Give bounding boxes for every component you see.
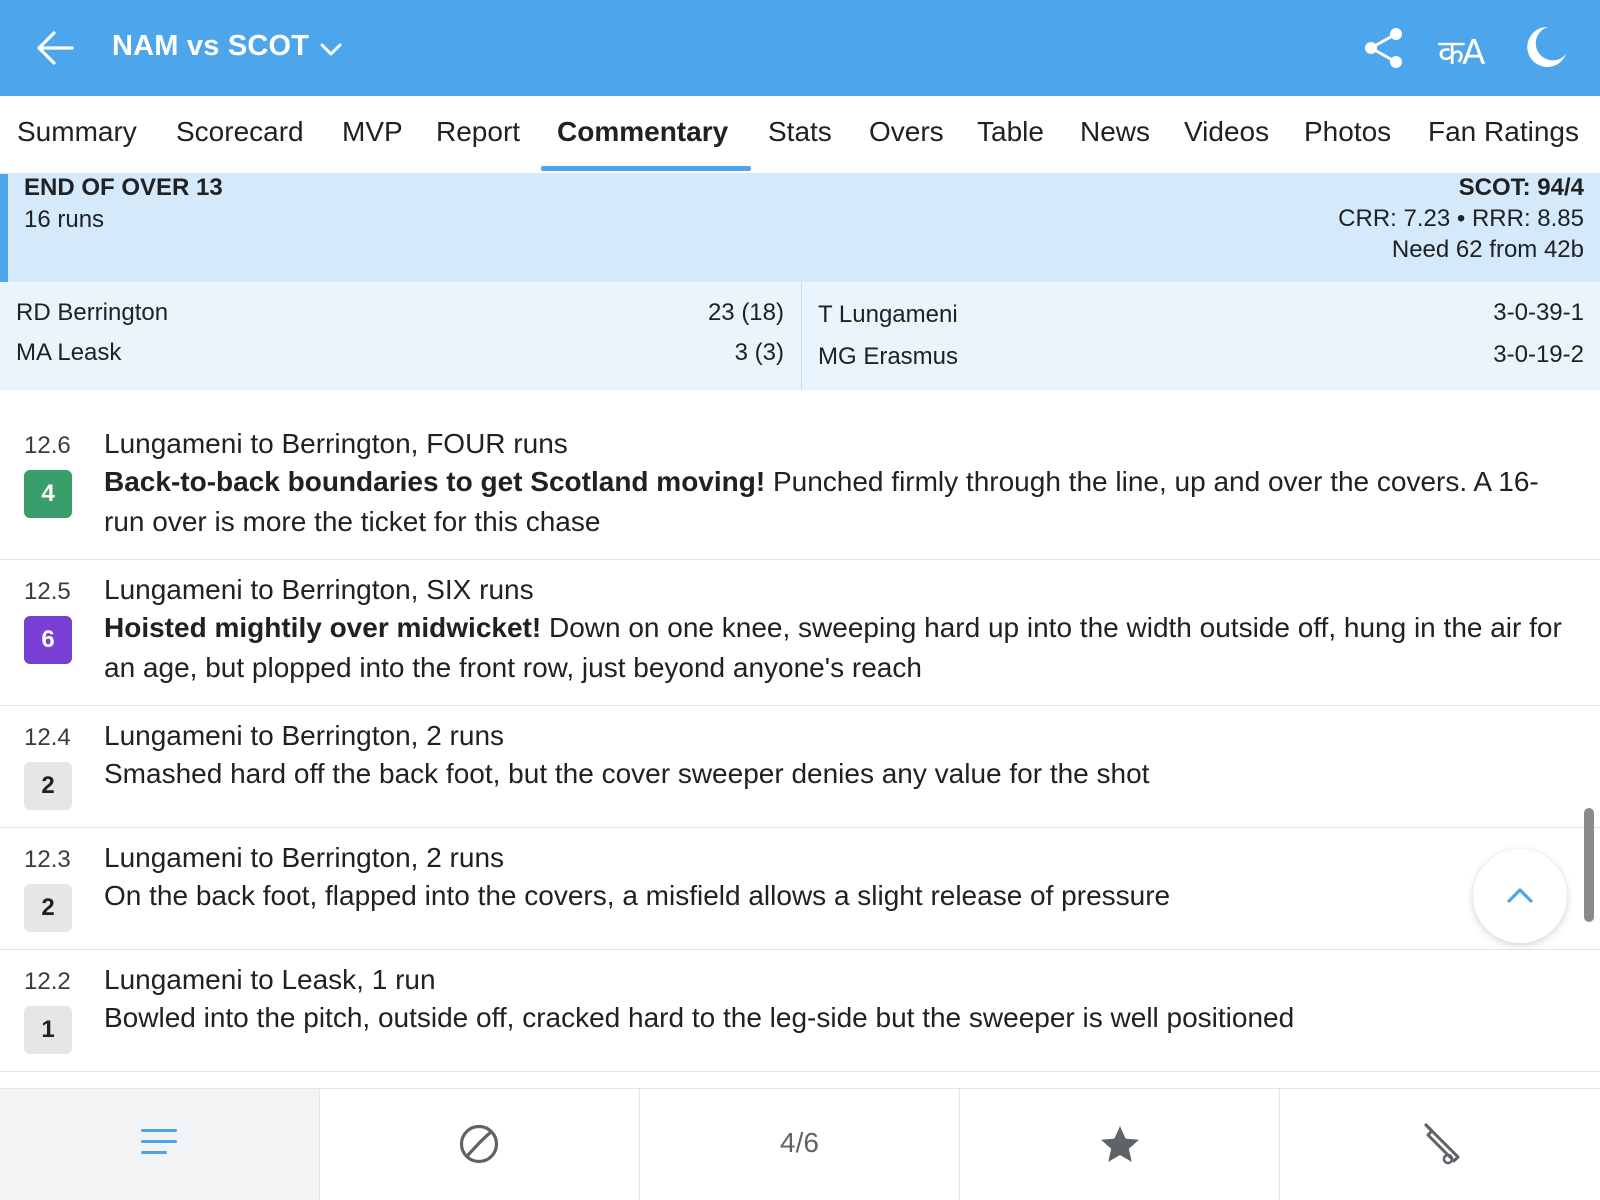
tab-fan-ratings[interactable]: Fan Ratings <box>1428 116 1579 148</box>
runs-badge: 2 <box>24 762 72 810</box>
tab-mvp[interactable]: MVP <box>342 116 403 148</box>
back-arrow-icon[interactable] <box>34 27 76 69</box>
bottom-nav-favourites[interactable] <box>960 1089 1280 1200</box>
dark-mode-moon-icon[interactable] <box>1522 24 1568 70</box>
active-tab-indicator <box>541 166 751 171</box>
end-of-over-summary: END OF OVER 13 16 runs SCOT: 94/4 CRR: 7… <box>0 174 1600 282</box>
tab-news[interactable]: News <box>1080 116 1150 148</box>
batter-stat: 23 (18) <box>707 299 784 326</box>
tab-scorecard[interactable]: Scorecard <box>176 116 304 148</box>
commentary-headline: Lungameni to Berrington, FOUR runs <box>104 428 568 459</box>
commentary-text: Bowled into the pitch, outside off, crac… <box>104 1002 1295 1033</box>
runs-badge: 4 <box>24 470 72 518</box>
match-tabs: Summary Scorecard MVP Report Commentary … <box>0 96 1600 174</box>
ball-number: 12.5 <box>24 578 71 605</box>
ball-number: 12.3 <box>24 846 71 873</box>
share-icon[interactable] <box>1362 26 1406 70</box>
runs-badge: 1 <box>24 1006 72 1054</box>
commentary-headline: Lungameni to Leask, 1 run <box>104 964 436 995</box>
team-score: SCOT: 94/4 <box>1458 174 1584 201</box>
commentary-item: 12.5 6 Lungameni to Berrington, SIX runs… <box>0 560 1600 706</box>
star-icon <box>1101 1126 1139 1162</box>
ball-number: 12.4 <box>24 724 71 751</box>
tab-report[interactable]: Report <box>436 116 520 148</box>
bottom-nav-page-indicator[interactable]: 4/6 <box>640 1089 960 1200</box>
run-rates: CRR: 7.23 • RRR: 8.85 <box>1338 205 1584 232</box>
scroll-to-top-button[interactable] <box>1473 849 1567 943</box>
chevron-up-icon <box>1507 888 1533 903</box>
commentary-item: 12.2 1 Lungameni to Leask, 1 run Bowled … <box>0 950 1600 1072</box>
commentary-text: On the back foot, flapped into the cover… <box>104 880 1171 911</box>
commentary-item: 12.6 4 Lungameni to Berrington, FOUR run… <box>0 412 1600 560</box>
tab-videos[interactable]: Videos <box>1184 116 1269 148</box>
runs-badge: 2 <box>24 884 72 932</box>
tab-commentary[interactable]: Commentary <box>557 116 728 148</box>
commentary-text: Hoisted mightily over midwicket! Down on… <box>104 608 1564 688</box>
commentary-headline: Lungameni to Berrington, 2 runs <box>104 720 505 751</box>
commentary-highlight: Back-to-back boundaries to get Scotland … <box>104 466 766 497</box>
bowler-name[interactable]: MG Erasmus <box>818 343 958 371</box>
commentary-highlight: Hoisted mightily over midwicket! <box>104 612 542 643</box>
bottom-nav-commentary[interactable] <box>0 1089 320 1200</box>
batter-name[interactable]: MA Leask <box>16 339 121 367</box>
bowler-stat: 3-0-39-1 <box>1493 299 1584 326</box>
current-players-panel: RD Berrington 23 (18) MA Leask 3 (3) T L… <box>0 282 1600 390</box>
commentary-lines-icon <box>141 1129 177 1154</box>
runs-badge: 6 <box>24 616 72 664</box>
ball-number: 12.2 <box>24 968 71 995</box>
tab-table[interactable]: Table <box>977 116 1044 148</box>
commentary-headline: Lungameni to Berrington, SIX runs <box>104 574 534 605</box>
bottom-nav-bar: 4/6 <box>0 1088 1600 1200</box>
scrollbar-thumb[interactable] <box>1584 808 1594 922</box>
commentary-headline: Lungameni to Berrington, 2 runs <box>104 842 505 873</box>
runs-needed: Need 62 from 42b <box>1391 236 1584 263</box>
commentary-item: 12.4 2 Lungameni to Berrington, 2 runs S… <box>0 706 1600 828</box>
tab-summary[interactable]: Summary <box>17 116 137 148</box>
over-runs: 16 runs <box>24 206 105 233</box>
bowler-stat: 3-0-19-2 <box>1493 341 1584 368</box>
batter-name[interactable]: RD Berrington <box>16 299 168 327</box>
over-title: END OF OVER 13 <box>24 174 223 201</box>
bottom-nav-ball[interactable] <box>320 1089 640 1200</box>
bowler-name[interactable]: T Lungameni <box>818 301 958 329</box>
commentary-text: Back-to-back boundaries to get Scotland … <box>104 462 1564 542</box>
ball-icon <box>459 1124 499 1164</box>
ball-number: 12.6 <box>24 432 71 459</box>
tab-stats[interactable]: Stats <box>768 116 832 148</box>
language-icon[interactable]: कA <box>1438 28 1485 74</box>
page-indicator: 4/6 <box>780 1127 819 1158</box>
panel-divider <box>801 282 802 390</box>
tab-overs[interactable]: Overs <box>869 116 944 148</box>
bottom-nav-batting[interactable] <box>1280 1089 1600 1200</box>
commentary-text: Smashed hard off the back foot, but the … <box>104 758 1150 789</box>
batter-stat: 3 (3) <box>734 339 784 366</box>
bat-icon <box>1424 1123 1460 1165</box>
match-title[interactable]: NAM vs SCOT <box>112 30 309 63</box>
top-app-bar: NAM vs SCOT कA <box>0 0 1600 96</box>
chevron-down-icon[interactable] <box>318 36 344 62</box>
commentary-item: 12.3 2 Lungameni to Berrington, 2 runs O… <box>0 828 1600 950</box>
tab-photos[interactable]: Photos <box>1304 116 1391 148</box>
